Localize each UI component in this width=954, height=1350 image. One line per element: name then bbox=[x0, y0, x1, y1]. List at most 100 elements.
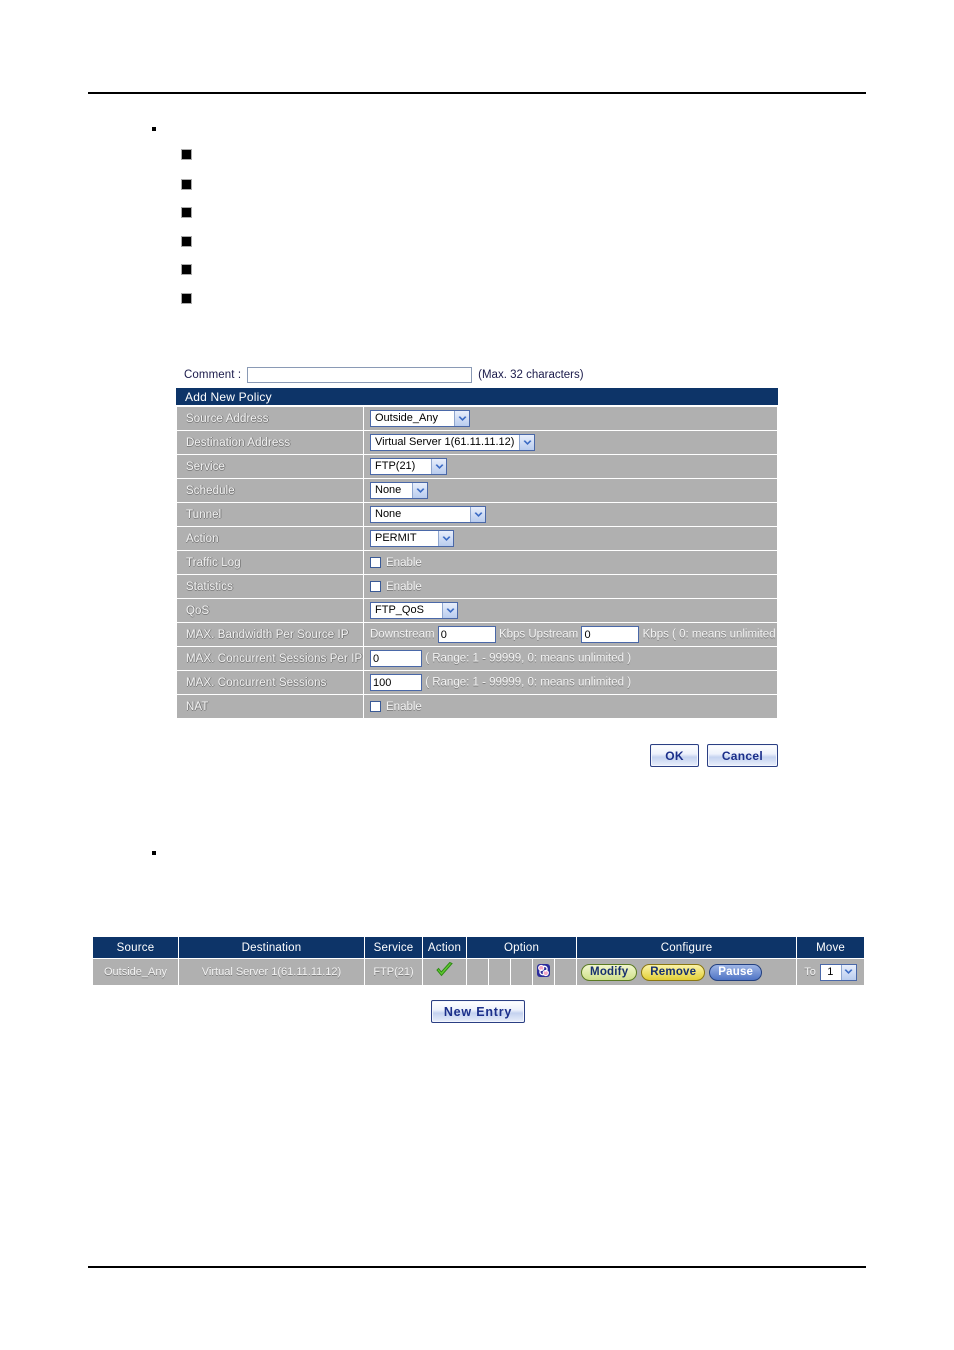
row-qos: QoS FTP_QoS bbox=[176, 598, 778, 623]
destination-address-value: Virtual Server 1(61.11.11.12) bbox=[375, 436, 515, 448]
traffic-log-checkbox[interactable] bbox=[370, 556, 381, 568]
chevron-down-icon[interactable] bbox=[840, 964, 856, 980]
policy-list-header-row: Source Destination Service Action Option… bbox=[92, 936, 866, 959]
qos-value: FTP_QoS bbox=[375, 604, 424, 616]
row-statistics: Statistics Enable bbox=[176, 574, 778, 599]
list-item bbox=[182, 294, 191, 303]
new-entry-bar: New Entry bbox=[92, 1000, 864, 1023]
comment-hint: (Max. 32 characters) bbox=[478, 369, 584, 381]
header-source: Source bbox=[92, 936, 179, 959]
chevron-down-icon[interactable] bbox=[438, 531, 453, 546]
cell-option-3 bbox=[510, 958, 533, 986]
cell-max-sessions: ( Range: 1 - 99999, 0: means unlimited ) bbox=[363, 670, 778, 695]
comment-label: Comment : bbox=[184, 369, 242, 381]
chevron-down-icon[interactable] bbox=[454, 411, 469, 426]
cell-tunnel: None bbox=[363, 502, 778, 527]
page-header-rule bbox=[88, 92, 866, 94]
source-address-value: Outside_Any bbox=[375, 412, 438, 424]
label-traffic-log: Traffic Log bbox=[176, 550, 364, 575]
label-action: Action bbox=[176, 526, 364, 551]
cell-option-qos bbox=[532, 958, 555, 986]
kbps-upstream-label: Kbps Upstream bbox=[498, 628, 579, 641]
label-nat: NAT bbox=[176, 694, 364, 719]
cell-option-1 bbox=[466, 958, 489, 986]
cell-max-sessions-per-ip: ( Range: 1 - 99999, 0: means unlimited ) bbox=[363, 646, 778, 671]
label-max-sessions-per-ip: MAX. Concurrent Sessions Per IP bbox=[176, 646, 364, 671]
row-max-bandwidth: MAX. Bandwidth Per Source IP Downstream … bbox=[176, 622, 778, 647]
max-sessions-per-ip-input[interactable] bbox=[370, 650, 422, 667]
cell-schedule: None bbox=[363, 478, 778, 503]
comment-input[interactable] bbox=[247, 367, 473, 383]
new-entry-button[interactable]: New Entry bbox=[430, 1000, 526, 1023]
header-configure: Configure bbox=[576, 936, 798, 959]
paragraph-dot-2 bbox=[152, 851, 156, 855]
policy-list-table: Source Destination Service Action Option… bbox=[92, 936, 866, 986]
pause-button[interactable]: Pause bbox=[709, 963, 763, 981]
service-select[interactable]: FTP(21) bbox=[370, 458, 447, 475]
remove-button[interactable]: Remove bbox=[641, 963, 706, 981]
nat-enable-label: Enable bbox=[386, 700, 422, 713]
max-sessions-hint: ( Range: 1 - 99999, 0: means unlimited ) bbox=[425, 676, 632, 689]
cell-destination-address: Virtual Server 1(61.11.11.12) bbox=[363, 430, 778, 455]
cell-service: FTP(21) bbox=[363, 454, 778, 479]
label-service: Service bbox=[176, 454, 364, 479]
tunnel-select[interactable]: None bbox=[370, 506, 486, 523]
destination-address-select[interactable]: Virtual Server 1(61.11.11.12) bbox=[370, 434, 536, 451]
row-action: Action PERMIT bbox=[176, 526, 778, 551]
cancel-button[interactable]: Cancel bbox=[706, 744, 778, 767]
chevron-down-icon[interactable] bbox=[519, 435, 535, 450]
form-actions: OK Cancel bbox=[176, 744, 778, 767]
list-item bbox=[182, 237, 191, 246]
source-address-select[interactable]: Outside_Any bbox=[370, 410, 470, 427]
chevron-down-icon[interactable] bbox=[431, 459, 446, 474]
label-schedule: Schedule bbox=[176, 478, 364, 503]
cell-source: Outside_Any bbox=[92, 958, 179, 986]
qos-icon bbox=[536, 963, 551, 978]
schedule-select[interactable]: None bbox=[370, 482, 428, 499]
label-tunnel: Tunnel bbox=[176, 502, 364, 527]
row-schedule: Schedule None bbox=[176, 478, 778, 503]
row-destination-address: Destination Address Virtual Server 1(61.… bbox=[176, 430, 778, 455]
action-select[interactable]: PERMIT bbox=[370, 530, 454, 547]
chevron-down-icon[interactable] bbox=[412, 483, 427, 498]
policy-list: Source Destination Service Action Option… bbox=[92, 936, 866, 986]
cell-destination: Virtual Server 1(61.11.11.12) bbox=[178, 958, 365, 986]
green-check-icon bbox=[435, 961, 454, 979]
cell-option-2 bbox=[488, 958, 511, 986]
row-service: Service FTP(21) bbox=[176, 454, 778, 479]
move-position-select[interactable]: 1 bbox=[819, 963, 857, 981]
chevron-down-icon[interactable] bbox=[442, 603, 457, 618]
row-max-sessions: MAX. Concurrent Sessions ( Range: 1 - 99… bbox=[176, 670, 778, 695]
cell-action: PERMIT bbox=[363, 526, 778, 551]
max-sessions-per-ip-hint: ( Range: 1 - 99999, 0: means unlimited ) bbox=[425, 652, 632, 665]
max-sessions-input[interactable] bbox=[370, 674, 422, 691]
tunnel-value: None bbox=[375, 508, 402, 520]
kbps-unlimited-label: Kbps ( 0: means unlimited ) bbox=[642, 628, 778, 641]
nat-checkbox[interactable] bbox=[370, 700, 381, 712]
cell-nat: Enable bbox=[363, 694, 778, 719]
traffic-log-enable-label: Enable bbox=[386, 556, 422, 569]
move-position-value: 1 bbox=[827, 965, 834, 978]
header-service: Service bbox=[364, 936, 423, 959]
row-nat: NAT Enable bbox=[176, 694, 778, 719]
upstream-input[interactable] bbox=[581, 626, 640, 643]
row-traffic-log: Traffic Log Enable bbox=[176, 550, 778, 575]
header-option: Option bbox=[465, 936, 578, 959]
label-max-bandwidth: MAX. Bandwidth Per Source IP bbox=[176, 622, 364, 647]
statistics-checkbox[interactable] bbox=[370, 580, 381, 592]
list-item bbox=[182, 208, 191, 217]
statistics-enable-label: Enable bbox=[386, 580, 422, 593]
schedule-value: None bbox=[375, 484, 402, 496]
downstream-input[interactable] bbox=[437, 626, 496, 643]
cell-action bbox=[422, 958, 467, 986]
label-max-sessions: MAX. Concurrent Sessions bbox=[176, 670, 364, 695]
modify-button[interactable]: Modify bbox=[581, 963, 638, 981]
chevron-down-icon[interactable] bbox=[470, 507, 485, 522]
action-value: PERMIT bbox=[375, 532, 417, 544]
label-statistics: Statistics bbox=[176, 574, 364, 599]
panel-title: Add New Policy bbox=[176, 388, 778, 406]
header-move: Move bbox=[796, 936, 866, 959]
cell-source-address: Outside_Any bbox=[363, 406, 778, 431]
qos-select[interactable]: FTP_QoS bbox=[370, 602, 458, 619]
ok-button[interactable]: OK bbox=[650, 744, 699, 767]
